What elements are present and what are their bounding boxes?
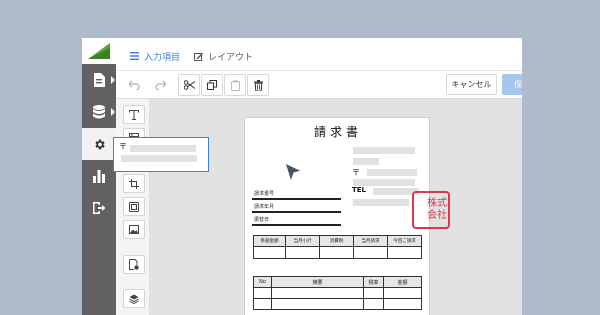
undo-button[interactable] [123,74,145,96]
save-button[interactable]: 保存 [502,74,522,95]
placeholder-bar [353,158,379,165]
tab-label: 入力項目 [144,52,181,63]
rail-item-export[interactable] [82,192,116,224]
item-cell [383,298,422,310]
summary-cell [387,246,422,259]
field-underline [252,211,341,213]
expand-caret-icon [111,108,115,116]
document-icon [94,73,105,87]
image-crop-tool-button[interactable] [123,197,145,216]
placeholder-bar [130,145,196,152]
copy-icon [207,80,217,90]
layers-icon [129,294,139,304]
summary-header: 消費税 [319,235,354,247]
image-tool-icon [129,225,139,234]
line-items-table: No 摘要 税率 金額 [253,276,422,310]
image-tool-button[interactable] [123,220,145,239]
placeholder-bar [121,155,197,162]
layout-edit-icon [194,52,203,61]
redo-icon [154,80,166,90]
database-icon [93,105,105,119]
rail-item-document[interactable] [82,64,116,96]
page-settings-button[interactable] [123,255,145,274]
text-tool-button[interactable] [123,105,145,124]
summary-header: 当月請求 [353,235,388,247]
scissors-icon [183,80,195,90]
item-cell [253,287,272,299]
selected-address-field[interactable]: 〒 [113,137,209,172]
delete-button[interactable] [247,74,269,96]
undo-icon [128,80,140,90]
item-header: 摘要 [271,276,364,288]
summary-table: 掛越金額 当月小計 消費税 当月請求 今回ご請求 [253,235,422,259]
svg-text:株式: 株式 [427,196,447,209]
cut-button[interactable] [178,74,200,96]
company-seal-stamp: 株式 会社 [412,191,450,229]
placeholder-bar [353,199,409,206]
item-cell [253,298,272,310]
postal-mark: 〒 [119,142,127,151]
tab-input-fields[interactable]: 入力項目 [130,49,180,63]
top-tab-bar: 入力項目 レイアウト [116,38,522,71]
invoice-title: 請求書 [313,125,362,139]
list-icon [130,52,139,60]
paste-icon [230,79,240,91]
svg-text:会社: 会社 [427,208,447,221]
copy-button[interactable] [201,74,223,96]
item-cell [383,287,422,299]
line-tool-icon [129,178,139,189]
item-header: No [253,276,272,288]
paste-button[interactable] [224,74,246,96]
rail-item-settings[interactable] [82,128,116,160]
summary-cell [285,246,320,259]
text-tool-icon [129,109,139,120]
image-crop-tool-icon [129,201,139,212]
field-label-billing-month: 請求年月 [254,204,275,210]
summary-header: 当月小計 [285,235,320,247]
item-header: 金額 [383,276,422,288]
tel-label: TEL [352,186,367,194]
design-canvas[interactable]: 請求書 〒 TEL 請求書号 請求年月 振替日 株式 会社 掛越金額 当月小計 … [150,99,522,315]
summary-cell [253,246,286,259]
edit-toolbar: キャンセル 保存 [116,71,522,99]
element-palette [116,99,150,315]
field-label-invoice-number: 請求書号 [254,191,275,197]
invoice-page: 請求書 〒 TEL 請求書号 請求年月 振替日 株式 会社 掛越金額 当月小計 … [244,117,450,315]
page-settings-icon [129,259,139,270]
export-icon [93,202,106,214]
app-logo [82,38,116,64]
placeholder-bar [367,169,417,176]
mouse-pointer-icon [284,162,303,183]
cancel-button[interactable]: キャンセル [446,74,497,95]
field-underline [252,224,341,226]
field-underline [252,198,341,200]
expand-caret-icon [111,76,115,84]
field-label-transfer-date: 振替日 [254,217,270,223]
layers-button[interactable] [123,289,145,308]
item-cell [271,298,364,310]
summary-cell [353,246,388,259]
summary-header: 今回ご請求 [387,235,422,247]
rail-item-database[interactable] [82,96,116,128]
trash-icon [253,79,263,91]
gear-icon [94,139,105,149]
item-cell [271,287,364,299]
left-rail [82,38,116,315]
placeholder-bar [353,147,415,154]
tab-label: レイアウト [208,52,254,63]
item-cell [363,287,384,299]
redo-button[interactable] [149,74,171,96]
summary-cell [319,246,354,259]
placeholder-bar [353,179,415,186]
bar-chart-icon [93,169,105,183]
line-tool-button[interactable] [123,174,145,193]
item-cell [363,298,384,310]
tab-layout[interactable]: レイアウト [194,49,253,63]
item-header: 税率 [363,276,384,288]
summary-header: 掛越金額 [253,235,286,247]
postal-mark: 〒 [352,168,360,177]
rail-item-reports[interactable] [82,160,116,192]
